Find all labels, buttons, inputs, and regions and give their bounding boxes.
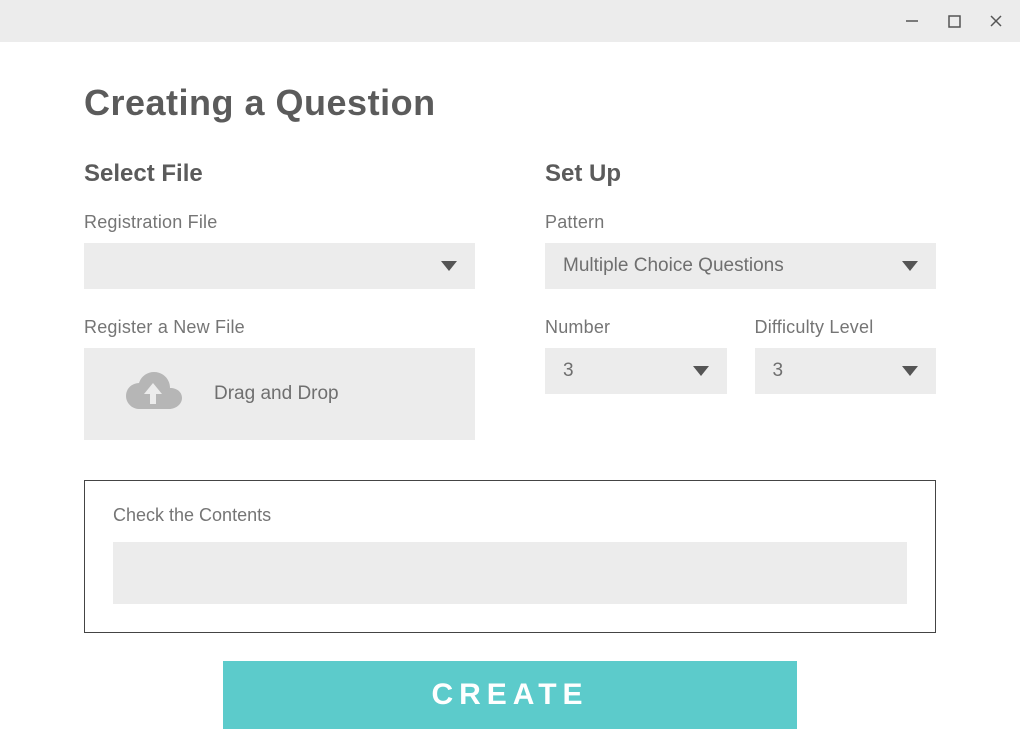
number-label: Number [545,317,727,338]
contents-box: Check the Contents [84,480,936,633]
register-new-file-label: Register a New File [84,317,475,338]
chevron-down-icon [902,366,918,376]
minimize-button[interactable] [902,11,922,31]
minimize-icon [905,14,919,28]
maximize-icon [948,15,961,28]
select-file-heading: Select File [84,160,475,188]
pattern-value: Multiple Choice Questions [563,255,784,277]
maximize-button[interactable] [944,11,964,31]
registration-file-select[interactable] [84,243,475,289]
select-file-section: Select File Registration File Register a… [84,160,475,440]
number-select[interactable]: 3 [545,348,727,394]
number-value: 3 [563,360,574,382]
set-up-heading: Set Up [545,160,936,188]
contents-label: Check the Contents [113,505,907,526]
chevron-down-icon [693,366,709,376]
close-button[interactable] [986,11,1006,31]
dropzone-label: Drag and Drop [214,383,339,405]
chevron-down-icon [902,261,918,271]
difficulty-value: 3 [773,360,784,382]
contents-textarea[interactable] [113,542,907,604]
cloud-upload-icon [124,370,182,419]
registration-file-label: Registration File [84,212,475,233]
difficulty-label: Difficulty Level [755,317,937,338]
titlebar [0,0,1020,42]
set-up-section: Set Up Pattern Multiple Choice Questions… [545,160,936,440]
pattern-label: Pattern [545,212,936,233]
create-button[interactable]: CREATE [223,661,797,729]
file-dropzone[interactable]: Drag and Drop [84,348,475,440]
close-icon [989,14,1003,28]
chevron-down-icon [441,261,457,271]
difficulty-select[interactable]: 3 [755,348,937,394]
page-title: Creating a Question [84,82,936,124]
pattern-select[interactable]: Multiple Choice Questions [545,243,936,289]
